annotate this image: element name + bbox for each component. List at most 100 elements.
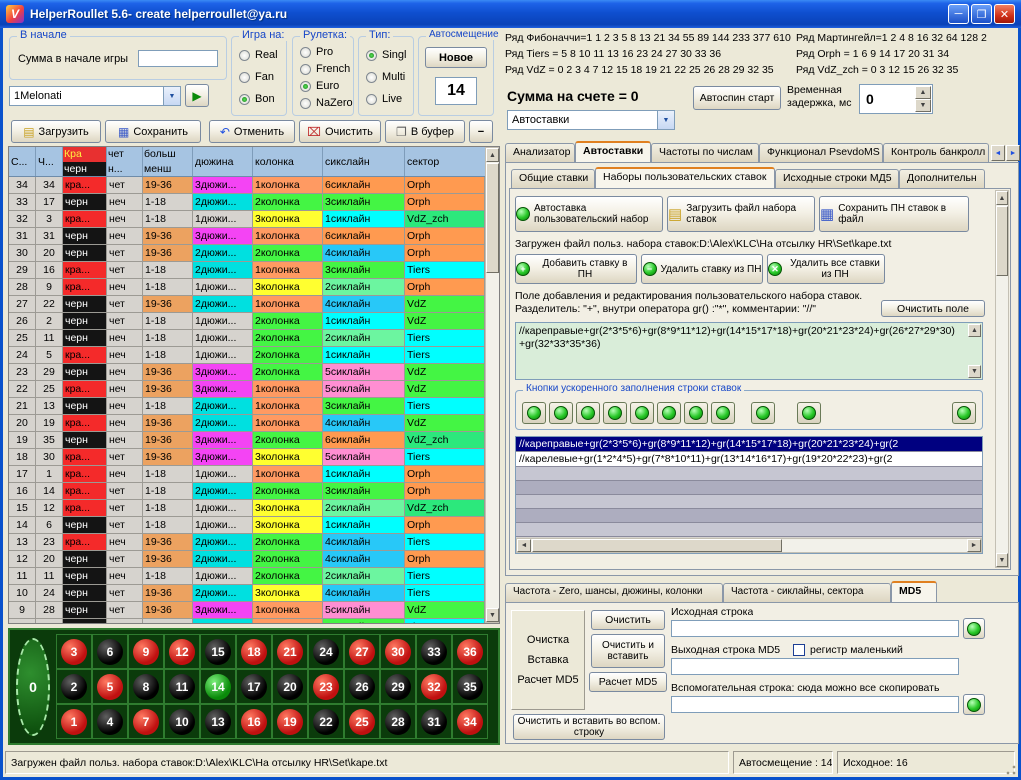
table-row[interactable]: 813черннеч1-182дюжи...1колонка3сиклайнTi… [9, 619, 485, 624]
board-cell[interactable]: 34 [452, 704, 488, 739]
board-cell[interactable]: 29 [380, 669, 416, 704]
table-row[interactable]: 2916кра...чет1-182дюжи...1колонка3сиклай… [9, 262, 485, 279]
delay-spinner[interactable]: 0 ▲ ▼ [859, 84, 933, 114]
scroll-up-button[interactable]: ▲ [996, 191, 1008, 205]
start-sum-input[interactable] [138, 50, 218, 67]
table-row[interactable]: 3317черннеч1-182дюжи...2колонка3сиклайнO… [9, 194, 485, 211]
maximize-button[interactable]: ❐ [971, 4, 992, 24]
tab-analyzer[interactable]: Анализатор [505, 143, 575, 162]
board-cell[interactable]: 24 [308, 634, 344, 669]
scroll-down-button[interactable]: ▼ [996, 553, 1008, 567]
board-cell[interactable]: 17 [236, 669, 272, 704]
table-row[interactable]: 171кра...неч1-181дюжи...1колонка1сиклайн… [9, 466, 485, 483]
radio-pro[interactable]: Pro [300, 46, 333, 58]
table-row[interactable]: 289кра...неч1-181дюжи...3колонка2сиклайн… [9, 279, 485, 296]
md5-clear-paste-button[interactable]: Очистить и вставить [591, 634, 665, 668]
table-vertical-scrollbar[interactable]: ▲ ▼ [485, 147, 500, 623]
board-cell-zero[interactable]: 0 [16, 638, 50, 736]
radio-bon[interactable]: Bon [239, 93, 275, 105]
board-cell[interactable]: 4 [92, 704, 128, 739]
board-cell[interactable]: 27 [344, 634, 380, 669]
autospin-start-button[interactable]: Автоспин старт [693, 86, 781, 110]
table-row[interactable]: 2019кра...неч19-362дюжи...1колонка4сикла… [9, 415, 485, 432]
table-row[interactable]: 1323кра...неч19-362дюжи...2колонка4сикла… [9, 534, 485, 551]
header-parity[interactable]: чет н... [107, 147, 143, 176]
delete-bet-button[interactable]: − Удалить ставку из ПН [641, 254, 763, 284]
quick-fill-button[interactable] [797, 402, 821, 424]
spinner-up-button[interactable]: ▲ [915, 86, 931, 99]
register-checkbox[interactable] [793, 644, 805, 656]
board-cell[interactable]: 23 [308, 669, 344, 704]
radio-french[interactable]: French [300, 63, 350, 75]
quick-fill-button[interactable] [684, 402, 708, 424]
md5-aux-action-button[interactable] [963, 694, 985, 715]
panel-vertical-scrollbar[interactable]: ▲ ▼ [995, 190, 1009, 568]
tab-freq-zero-chances[interactable]: Частота - Zero, шансы, дюжины, колонки [505, 583, 723, 602]
clear-field-button[interactable]: Очистить поле [881, 300, 985, 317]
board-cell[interactable]: 35 [452, 669, 488, 704]
subtab-user-bet-sets[interactable]: Наборы пользовательских ставок [595, 167, 775, 188]
save-bet-set-file-button[interactable]: ▦ Сохранить ПН ставок в файл [819, 196, 969, 232]
board-cell[interactable]: 28 [380, 704, 416, 739]
new-button[interactable]: Новое [425, 47, 487, 68]
radio-singl[interactable]: Singl [366, 49, 406, 61]
bet-list-empty-item[interactable] [516, 467, 982, 481]
header-spin[interactable]: С... [9, 147, 36, 176]
table-row[interactable]: 262чернчет1-181дюжи...2колонка1сиклайнVd… [9, 313, 485, 330]
radio-real[interactable]: Real [239, 49, 278, 61]
radio-euro[interactable]: Euro [300, 80, 339, 92]
scroll-thumb[interactable] [996, 206, 1008, 276]
collapse-button[interactable]: − [469, 120, 493, 143]
quick-fill-button[interactable] [751, 402, 775, 424]
spinner-down-button[interactable]: ▼ [915, 99, 931, 112]
board-cell[interactable]: 32 [416, 669, 452, 704]
board-cell[interactable]: 26 [344, 669, 380, 704]
autobet-user-set-button[interactable]: Автоставка пользовательский набор [515, 196, 663, 232]
board-cell[interactable]: 20 [272, 669, 308, 704]
board-cell[interactable]: 3 [56, 634, 92, 669]
table-row[interactable]: 146чернчет1-181дюжи...3колонка1сиклайнOr… [9, 517, 485, 534]
md5-clear-button[interactable]: Очистить [591, 610, 665, 630]
radio-nazero[interactable]: NaZero [300, 97, 353, 109]
tab-psevdoms[interactable]: Функционал PsevdoMS [759, 143, 883, 162]
board-cell[interactable]: 10 [164, 704, 200, 739]
board-cell[interactable]: 9 [128, 634, 164, 669]
save-button[interactable]: ▦Сохранить [105, 120, 201, 143]
bet-list-empty-item[interactable] [516, 495, 982, 509]
bet-list-empty-item[interactable] [516, 523, 982, 537]
scroll-thumb[interactable] [486, 163, 499, 273]
board-cell[interactable]: 8 [128, 669, 164, 704]
table-row[interactable]: 323кра...неч1-181дюжи...3колонка1сиклайн… [9, 211, 485, 228]
board-cell[interactable]: 12 [164, 634, 200, 669]
to-buffer-button[interactable]: ❐В буфер [385, 120, 465, 143]
quick-fill-button[interactable] [630, 402, 654, 424]
table-row[interactable]: 3434кра...чет19-363дюжи...1колонка6сикла… [9, 177, 485, 194]
board-cell[interactable]: 21 [272, 634, 308, 669]
tabs-scroll-right-button[interactable]: ► [1006, 145, 1020, 161]
md5-output-input[interactable] [671, 658, 959, 675]
header-sector[interactable]: сектор [405, 147, 485, 176]
board-cell[interactable]: 5 [92, 669, 128, 704]
table-row[interactable]: 1111черннеч1-181дюжи...2колонка2сиклайнT… [9, 568, 485, 585]
board-cell[interactable]: 22 [308, 704, 344, 739]
scroll-right-button[interactable]: ► [967, 539, 981, 552]
radio-live[interactable]: Live [366, 93, 402, 105]
delete-all-bets-button[interactable]: ✕ Удалить все ставки из ПН [767, 254, 885, 284]
board-cell[interactable]: 7 [128, 704, 164, 739]
md5-clear-paste-aux-button[interactable]: Очистить и вставить во вспом. строку [513, 714, 665, 740]
table-row[interactable]: 1830кра...чет19-363дюжи...3колонка5сикла… [9, 449, 485, 466]
scroll-down-button[interactable]: ▼ [486, 608, 499, 622]
minimize-button[interactable]: ─ [948, 4, 969, 24]
bet-edit-area[interactable]: //кареправые+gr(2*3*5*6)+gr(8*9*11*12)+g… [515, 322, 983, 380]
tab-autobets[interactable]: Автоставки [575, 141, 651, 162]
table-row[interactable]: 1024чернчет19-362дюжи...3колонка4сиклайн… [9, 585, 485, 602]
table-row[interactable]: 245кра...неч1-181дюжи...2колонка1сиклайн… [9, 347, 485, 364]
board-cell[interactable]: 13 [200, 704, 236, 739]
edit-scroll-down-button[interactable]: ▼ [968, 365, 981, 378]
md5-calc-button[interactable]: Расчет MD5 [589, 672, 667, 692]
tab-freq-sixlines-sectors[interactable]: Частота - сиклайны, сектора [723, 583, 891, 602]
table-row[interactable]: 928чернчет19-363дюжи...1колонка5сиклайнV… [9, 602, 485, 619]
quick-fill-button[interactable] [522, 402, 546, 424]
md5-source-action-button[interactable] [963, 618, 985, 639]
bet-list-empty-item[interactable] [516, 481, 982, 495]
